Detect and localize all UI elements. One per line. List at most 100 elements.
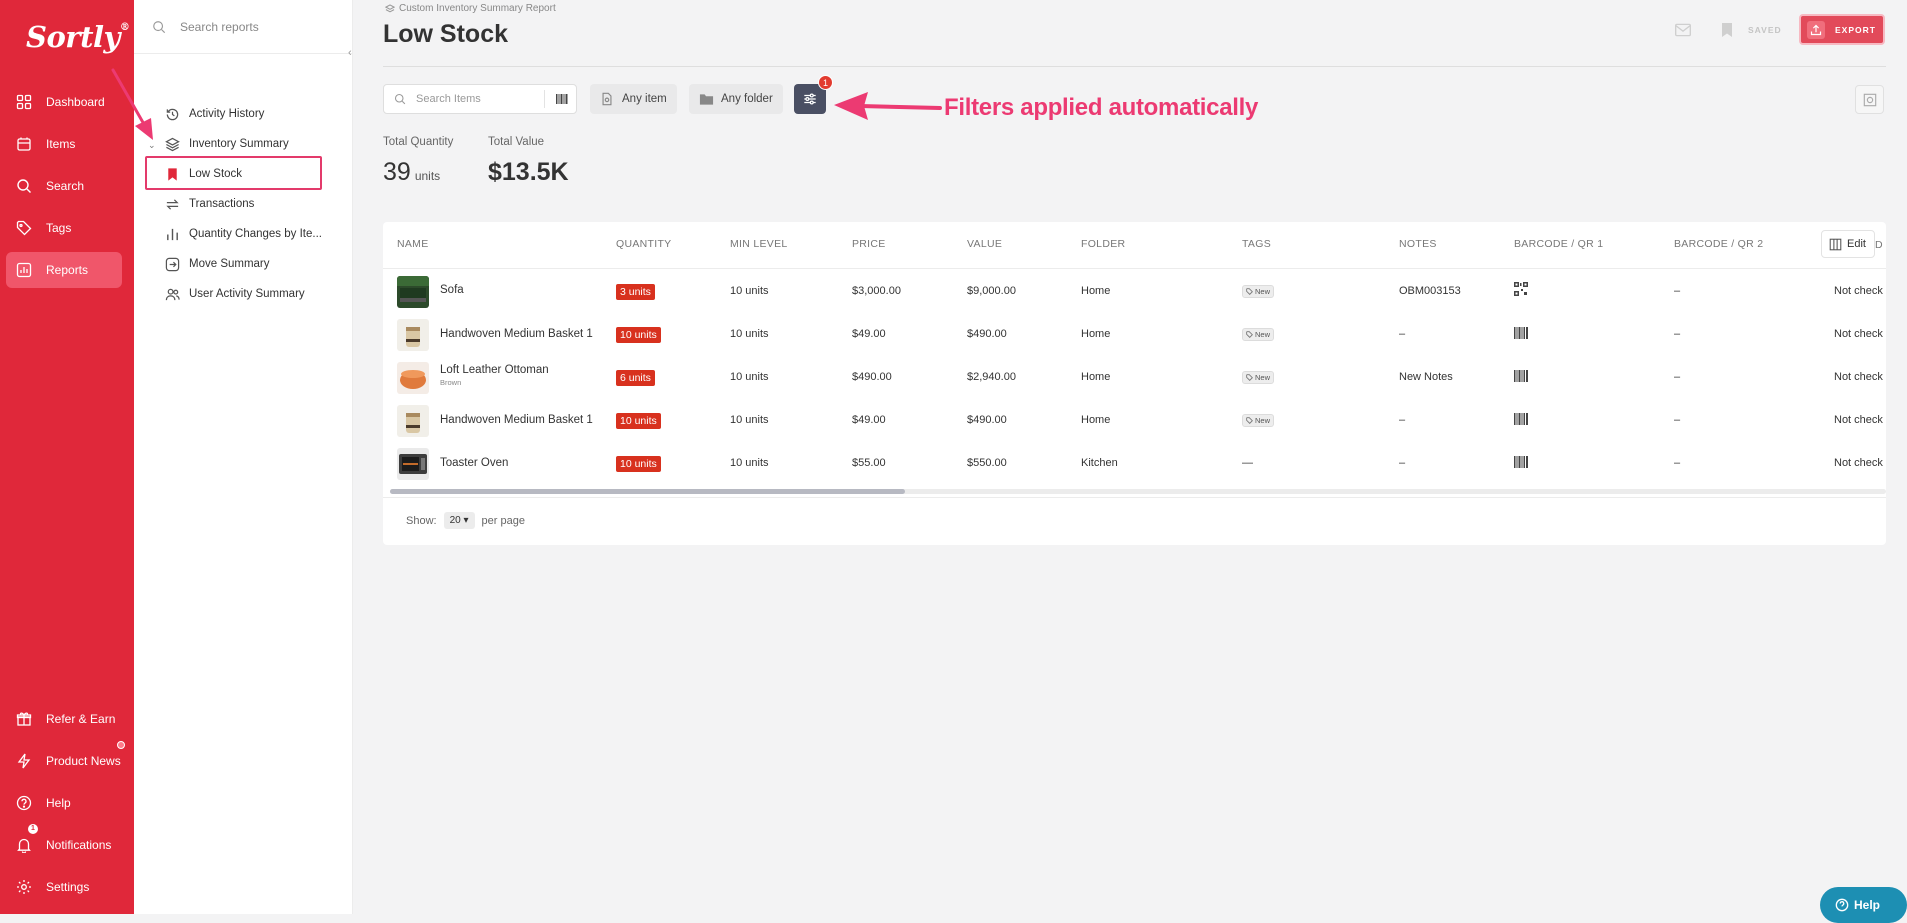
any-item-filter-label: Any item	[622, 93, 667, 105]
horizontal-scrollbar[interactable]	[390, 489, 1886, 494]
value: $9,000.00	[967, 285, 1016, 297]
item-name[interactable]: Toaster Oven	[440, 457, 508, 469]
edit-columns-button[interactable]: Edit	[1821, 230, 1875, 258]
item-name[interactable]: Loft Leather Ottoman	[440, 364, 549, 376]
col-header-barcode-1[interactable]: BARCODE / QR 1	[1514, 238, 1603, 250]
layers-icon	[165, 137, 180, 152]
value: $2,940.00	[967, 371, 1016, 383]
nav-refer-earn[interactable]: Refer & Earn	[6, 701, 122, 737]
help-button[interactable]: Help	[1820, 887, 1907, 923]
report-transactions[interactable]: Transactions	[165, 193, 254, 215]
nav-reports-label: Reports	[46, 263, 89, 277]
col-header-min-level[interactable]: MIN LEVEL	[730, 238, 788, 250]
tag-icon	[1246, 417, 1253, 424]
transfer-icon	[165, 197, 180, 212]
per-page-select[interactable]: 20 ▾	[443, 512, 475, 529]
collapse-sidebar-icon[interactable]: ‹	[348, 48, 358, 59]
item-name[interactable]: Handwoven Medium Basket 1	[440, 328, 593, 340]
nav-reports[interactable]: Reports	[6, 252, 122, 288]
quantity-badge: 10 units	[616, 413, 661, 429]
checked-status: Not check	[1834, 285, 1883, 297]
email-button[interactable]	[1674, 16, 1692, 44]
nav-settings[interactable]: Settings	[6, 869, 122, 905]
folder: Home	[1081, 285, 1111, 297]
any-folder-filter-label: Any folder	[721, 93, 773, 105]
notes: –	[1399, 457, 1406, 469]
price: $490.00	[852, 371, 892, 383]
report-quantity-changes[interactable]: Quantity Changes by Ite...	[165, 223, 322, 245]
report-move-summary-label: Move Summary	[189, 258, 270, 270]
col-header-folder[interactable]: FOLDER	[1081, 238, 1125, 250]
scrollbar-thumb[interactable]	[390, 489, 905, 494]
nav-notifications[interactable]: Notifications 1	[6, 824, 122, 863]
notes: –	[1399, 328, 1406, 340]
item-search-input[interactable]	[414, 92, 534, 106]
lightning-icon	[16, 753, 32, 769]
nav-search[interactable]: Search	[6, 168, 122, 204]
report-low-stock[interactable]: Low Stock	[165, 163, 242, 185]
checked-status: Not check	[1834, 371, 1883, 383]
search-icon	[16, 178, 32, 194]
notes: OBM003153	[1399, 285, 1461, 297]
breadcrumb-label: Custom Inventory Summary Report	[399, 3, 556, 14]
move-icon	[165, 257, 180, 272]
total-quantity-label: Total Quantity	[383, 136, 454, 148]
help-icon	[16, 795, 32, 811]
report-inventory-summary[interactable]: Inventory Summary	[165, 133, 289, 155]
any-item-filter[interactable]: Any item	[590, 84, 677, 114]
breadcrumb[interactable]: Custom Inventory Summary Report	[385, 3, 556, 14]
barcode-icon[interactable]	[1514, 456, 1528, 468]
value: $490.00	[967, 328, 1007, 340]
table-row[interactable]: Toaster Oven 10 units 10 units $55.00 $5…	[383, 442, 1886, 485]
export-button[interactable]: EXPORT	[1799, 14, 1885, 45]
col-header-name[interactable]: NAME	[397, 238, 429, 250]
col-header-tags[interactable]: TAGS	[1242, 238, 1271, 250]
barcode-scan-icon[interactable]	[555, 92, 569, 106]
item-name-cell[interactable]: Loft Leather Ottoman Brown	[440, 364, 549, 387]
help-button-label: Help	[1854, 898, 1881, 912]
barcode-2: –	[1674, 414, 1681, 426]
item-name[interactable]: Sofa	[440, 284, 464, 296]
sortly-logo[interactable]: Sortly®	[26, 20, 130, 54]
tag-badge: New	[1242, 414, 1275, 427]
table-row[interactable]: Handwoven Medium Basket 1 10 units 10 un…	[383, 399, 1886, 442]
table-row[interactable]: Sofa 3 units 10 units $3,000.00 $9,000.0…	[383, 270, 1886, 313]
reports-search	[134, 0, 353, 54]
quantity-badge: 3 units	[616, 284, 655, 300]
report-user-activity-summary[interactable]: User Activity Summary	[165, 283, 305, 305]
nav-help[interactable]: Help	[6, 785, 122, 821]
barcode-2: –	[1674, 285, 1681, 297]
reports-search-input[interactable]	[178, 18, 328, 35]
saved-button[interactable]: SAVED	[1720, 16, 1782, 44]
col-header-value[interactable]: VALUE	[967, 238, 1002, 250]
news-dot-badge	[117, 741, 125, 749]
tag-icon	[16, 220, 32, 236]
item-name[interactable]: Handwoven Medium Basket 1	[440, 414, 593, 426]
col-header-barcode-2[interactable]: BARCODE / QR 2	[1674, 238, 1763, 250]
nav-product-news[interactable]: Product News	[6, 741, 125, 779]
layers-icon	[385, 3, 395, 14]
table-row[interactable]: Loft Leather Ottoman Brown 6 units 10 un…	[383, 356, 1886, 399]
total-value-label: Total Value	[488, 136, 545, 148]
folder: Home	[1081, 414, 1111, 426]
nav-tags[interactable]: Tags	[6, 210, 122, 246]
col-header-quantity[interactable]: QUANTITY	[616, 238, 671, 250]
col-header-notes[interactable]: NOTES	[1399, 238, 1437, 250]
barcode-icon[interactable]	[1514, 327, 1528, 339]
view-toggle-button[interactable]	[1855, 85, 1884, 114]
search-divider	[544, 90, 545, 108]
qr-code-icon[interactable]	[1514, 282, 1528, 296]
show-label: Show:	[406, 514, 437, 527]
report-quantity-changes-label: Quantity Changes by Ite...	[189, 228, 322, 240]
header-divider	[383, 66, 1886, 67]
price: $3,000.00	[852, 285, 901, 297]
report-inventory-summary-label: Inventory Summary	[189, 138, 289, 150]
col-header-price[interactable]: PRICE	[852, 238, 886, 250]
barcode-icon[interactable]	[1514, 413, 1528, 425]
any-folder-filter[interactable]: Any folder	[689, 84, 783, 114]
folder: Home	[1081, 371, 1111, 383]
barcode-icon[interactable]	[1514, 370, 1528, 382]
report-activity-history[interactable]: Activity History	[165, 103, 264, 125]
table-row[interactable]: Handwoven Medium Basket 1 10 units 10 un…	[383, 313, 1886, 356]
report-move-summary[interactable]: Move Summary	[165, 253, 270, 275]
